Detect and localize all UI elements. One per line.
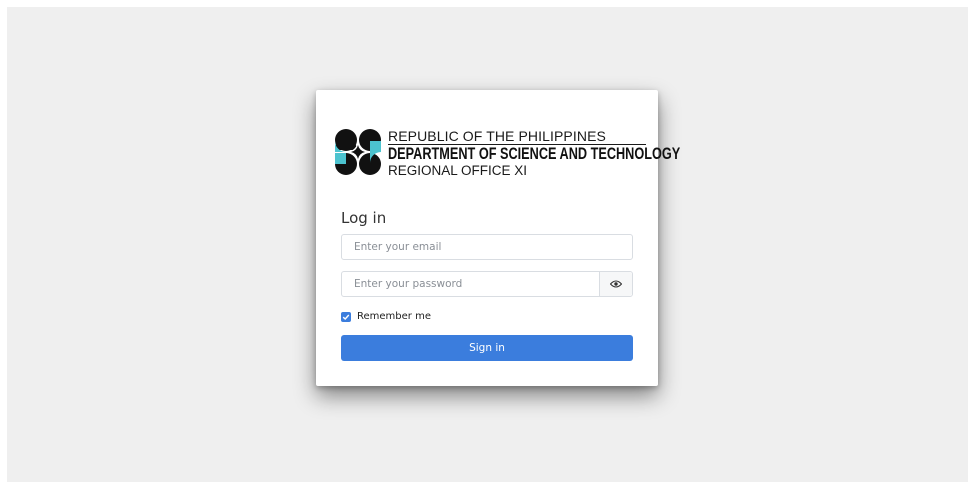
email-field-wrapper	[341, 234, 633, 260]
eye-icon	[610, 280, 622, 288]
sign-in-button[interactable]: Sign in	[341, 335, 633, 361]
remember-me-checkbox[interactable]	[341, 311, 351, 322]
logo-line-republic: REPUBLIC OF THE PHILIPPINES	[388, 129, 646, 145]
show-password-button[interactable]	[599, 272, 632, 296]
dost-logo-icon	[335, 129, 381, 175]
login-title: Log in	[341, 209, 387, 227]
logo-line-department: DEPARTMENT OF SCIENCE AND TECHNOLOGY	[388, 145, 681, 163]
login-card: REPUBLIC OF THE PHILIPPINES DEPARTMENT O…	[316, 90, 681, 386]
password-input[interactable]	[342, 272, 582, 296]
agency-logo: REPUBLIC OF THE PHILIPPINES DEPARTMENT O…	[334, 128, 681, 178]
password-field-wrapper	[341, 271, 633, 297]
agency-name: REPUBLIC OF THE PHILIPPINES DEPARTMENT O…	[388, 129, 681, 178]
remember-me-row: Remember me	[341, 311, 431, 322]
remember-me-label: Remember me	[357, 311, 431, 322]
email-input[interactable]	[342, 235, 582, 259]
logo-line-regional-office: REGIONAL OFFICE XI	[388, 163, 528, 178]
checkmark-icon	[342, 314, 350, 320]
